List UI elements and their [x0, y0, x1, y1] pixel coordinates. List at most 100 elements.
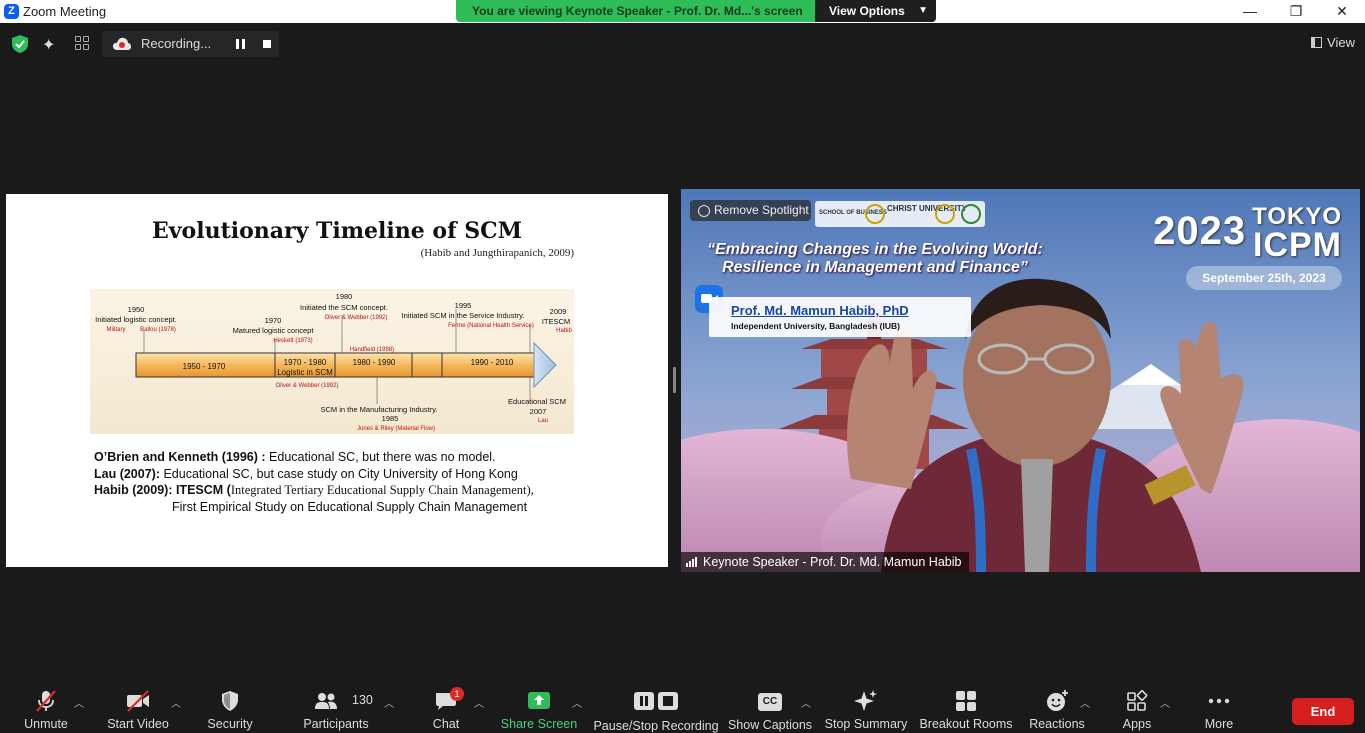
milestone-year: 1980 [336, 292, 353, 301]
start-video-label: Start Video [107, 717, 169, 731]
end-meeting-button[interactable]: End [1292, 698, 1354, 725]
ai-summary-sparkle-icon [854, 690, 877, 711]
milestone-year: 1995 [455, 301, 472, 310]
apps-options-caret[interactable]: ︿ [1160, 695, 1170, 710]
participants-icon [314, 693, 337, 709]
share-screen-icon [528, 692, 550, 709]
chat-label: Chat [432, 717, 460, 731]
pause-stop-recording-button[interactable]: Pause/Stop Recording [593, 683, 719, 733]
more-button[interactable]: More [1194, 683, 1244, 733]
view-layout-icon [1311, 37, 1323, 48]
milestone-ref: Military [107, 327, 126, 333]
slide-line: Habib (2009): ITESCM (Integrated Tertiar… [94, 483, 534, 497]
brand-event: ICPM [1253, 226, 1342, 264]
milestone-text: Initiated the SCM concept. [300, 303, 388, 312]
share-screen-label: Share Screen [500, 717, 578, 731]
stop-summary-button[interactable]: Stop Summary [824, 683, 908, 733]
participants-button[interactable]: 130 Participants [300, 683, 373, 733]
scm-timeline-diagram: 1950 - 1970 1970 - 1980 Logistic in SCM … [90, 289, 574, 434]
segment-label: 1990 - 2010 [471, 358, 514, 367]
chevron-down-icon: ▼ [918, 5, 928, 16]
stop-recording-icon[interactable] [263, 40, 271, 48]
security-label: Security [207, 717, 253, 731]
view-button[interactable]: View [1311, 35, 1355, 50]
milestone-ref: Ferme (National Health Service) [448, 323, 534, 329]
share-options-caret[interactable]: ︿ [572, 695, 582, 710]
milestone-year: 2007 [530, 407, 547, 416]
zoom-meeting-window: Z Zoom Meeting — ❐ ✕ You are viewing Key… [0, 0, 1365, 733]
milestone-year: 1950 [128, 305, 145, 314]
milestone-text: Initiated SCM in the Service Industry. [402, 311, 525, 320]
split-resize-handle[interactable] [673, 367, 676, 393]
milestone-text: SCM in the Manufacturing Industry. [321, 405, 438, 414]
unmute-button[interactable]: Unmute [14, 683, 78, 733]
slide-line: Lau (2007): Educational SC, but case stu… [94, 466, 518, 481]
milestone-ref: Oliver & Webber (1992) [325, 315, 388, 321]
milestone-text: Matured logistic concept [233, 326, 315, 335]
breakout-rooms-label: Breakout Rooms [919, 717, 1013, 731]
milestone-year: 2009 [550, 307, 567, 316]
milestone-year: 1970 [265, 316, 282, 325]
milestone-ref: Heskett (1973) [273, 338, 312, 344]
reactions-button[interactable]: Reactions [1029, 683, 1085, 733]
video-camera-off-icon [127, 690, 149, 712]
chat-options-caret[interactable]: ︿ [474, 695, 484, 710]
meeting-controls-toolbar: Unmute ︿ Start Video ︿ Security 130 Part… [0, 683, 1365, 733]
security-button[interactable]: Security [200, 683, 260, 733]
banner-text: You are viewing Keynote Speaker - Prof. … [472, 4, 803, 18]
milestone-text: Educational SCM [508, 397, 566, 406]
start-video-button[interactable]: Start Video [105, 683, 171, 733]
slide-line: O’Brien and Kenneth (1996) : Educational… [94, 450, 496, 464]
unmute-label: Unmute [24, 717, 68, 731]
slide-title: Evolutionary Timeline of SCM [152, 218, 522, 244]
window-title: Zoom Meeting [23, 4, 107, 19]
stop-summary-label: Stop Summary [824, 717, 908, 731]
milestone-ref: Oliver & Webber (1992) [276, 383, 339, 389]
minimize-button[interactable]: — [1227, 0, 1273, 23]
signal-strength-icon [686, 557, 699, 567]
share-screen-button[interactable]: Share Screen [500, 683, 578, 733]
captions-options-caret[interactable]: ︿ [801, 695, 811, 710]
conference-date: September 25th, 2023 [1186, 266, 1342, 290]
segment-label: 1980 - 1990 [353, 358, 396, 367]
brand-year: 2023 [1153, 209, 1247, 253]
speaker-video-tile[interactable]: Remove Spotlight SCHOOL OF BUSINESS CHRI… [681, 189, 1360, 572]
university-seal-icon [865, 204, 885, 224]
gallery-grid-icon[interactable] [75, 36, 89, 50]
cloud-record-icon [113, 37, 131, 50]
speaker-name-card: Prof. Md. Mamun Habib, PhD Independent U… [709, 297, 971, 337]
microphone-muted-icon [36, 690, 56, 712]
view-options-button[interactable]: View Options ▼ [815, 0, 936, 22]
view-label: View [1327, 35, 1355, 50]
video-options-caret[interactable]: ︿ [171, 695, 181, 710]
chat-button[interactable]: 1 Chat [420, 683, 472, 733]
participants-options-caret[interactable]: ︿ [384, 695, 394, 710]
milestone-ref: Habib [556, 328, 572, 334]
ai-companion-icon[interactable]: ✦ [42, 35, 55, 55]
more-dots-icon [1208, 698, 1230, 704]
show-captions-button[interactable]: CC Show Captions [728, 683, 812, 733]
shield-check-icon[interactable] [12, 35, 28, 53]
milestone-text: Initiated logistic concept. [95, 315, 177, 324]
maximize-button[interactable]: ❐ [1273, 0, 1319, 23]
close-button[interactable]: ✕ [1319, 0, 1365, 23]
apps-icon [1127, 690, 1148, 711]
slide-citation: (Habib and Jungthirapanich, 2009) [420, 247, 574, 259]
breakout-rooms-button[interactable]: Breakout Rooms [919, 683, 1013, 733]
segment-label: 1970 - 1980 [284, 358, 327, 367]
smiley-add-icon [1047, 690, 1068, 711]
audio-options-caret[interactable]: ︿ [74, 695, 84, 710]
apps-button[interactable]: Apps [1112, 683, 1162, 733]
reactions-label: Reactions [1029, 717, 1085, 731]
participant-name-label: Keynote Speaker - Prof. Dr. Md. Mamun Ha… [681, 552, 970, 572]
conference-tagline: “Embracing Changes in the Evolving World… [707, 241, 1043, 276]
reactions-options-caret[interactable]: ︿ [1080, 695, 1090, 710]
screen-share-banner: You are viewing Keynote Speaker - Prof. … [456, 0, 936, 22]
shield-icon [222, 691, 238, 711]
pause-recording-icon[interactable] [236, 39, 245, 49]
remove-spotlight-button[interactable]: Remove Spotlight [690, 200, 811, 221]
show-captions-label: Show Captions [727, 718, 813, 732]
university-seal-icon [935, 204, 955, 224]
conference-brand: 2023 TOKYO ICPM [1153, 203, 1342, 264]
more-label: More [1204, 717, 1234, 731]
